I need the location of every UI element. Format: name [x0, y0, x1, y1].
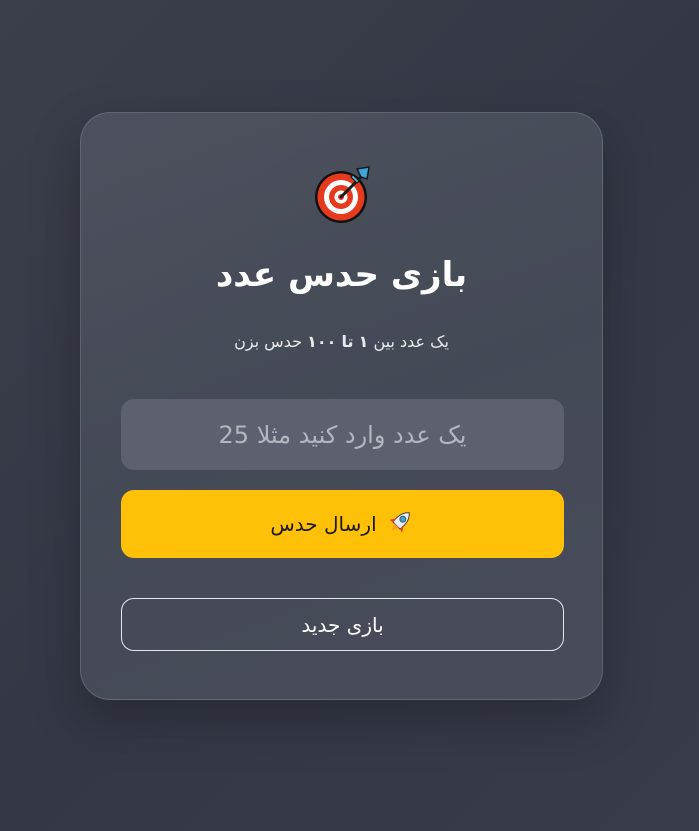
game-card: بازی حدس عدد یک عدد بین ۱ تا ۱۰۰ حدس بزن…	[80, 112, 603, 700]
subtitle-prefix: یک عدد بین	[373, 332, 449, 351]
target-dart-icon	[313, 165, 373, 225]
range-min: ۱	[358, 332, 369, 351]
new-game-label: بازی جدید	[301, 612, 384, 637]
submit-guess-button[interactable]: ارسال حدس	[121, 490, 564, 558]
range-max: ۱۰۰	[307, 332, 337, 351]
subtitle-suffix: حدس بزن	[234, 332, 302, 351]
rocket-icon	[385, 507, 415, 542]
page-title: بازی حدس عدد	[215, 255, 468, 295]
guess-input[interactable]	[121, 399, 564, 470]
new-game-button[interactable]: بازی جدید	[121, 598, 564, 651]
subtitle-to: تا	[341, 332, 354, 351]
submit-guess-label: ارسال حدس	[270, 512, 377, 536]
subtitle: یک عدد بین ۱ تا ۱۰۰ حدس بزن	[81, 329, 602, 355]
